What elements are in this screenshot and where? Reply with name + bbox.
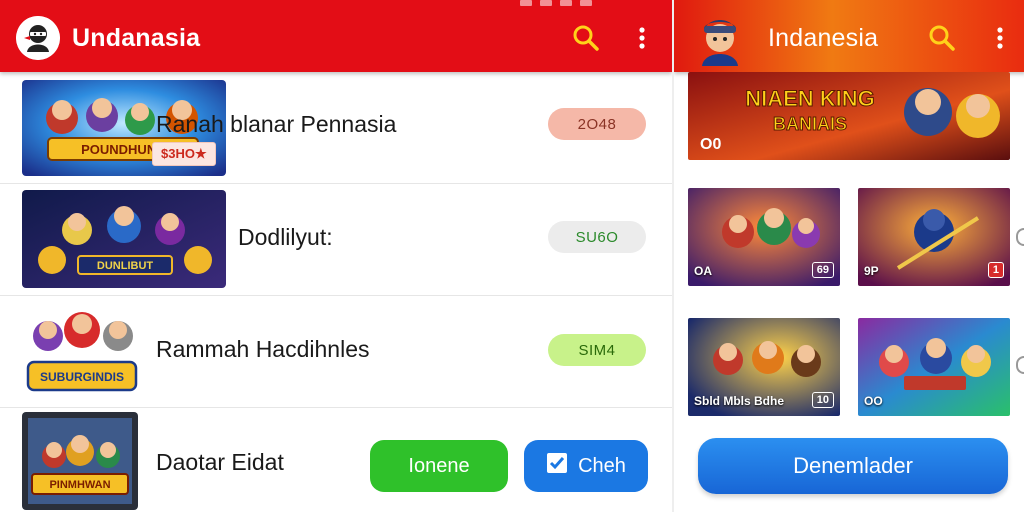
game-thumbnail[interactable]: PINMHWAN: [22, 412, 138, 510]
check-button[interactable]: Cheh: [524, 440, 648, 492]
game-card[interactable]: OO: [858, 318, 1010, 416]
card-badge: 1: [987, 262, 1004, 278]
overflow-menu-icon[interactable]: [984, 22, 1016, 54]
avatar[interactable]: [16, 16, 60, 60]
card-badge: 10: [811, 392, 834, 408]
featured-banner[interactable]: NIAEN KING BANIAIS O0: [688, 72, 1010, 160]
status-bar-icons: [520, 0, 592, 8]
scroll-edge-indicator: [1016, 356, 1024, 374]
banner-subline: BANIAIS: [773, 114, 847, 134]
thumbnail-caption: SUBURGINDIS: [40, 370, 124, 384]
scroll-edge-indicator: [1016, 228, 1024, 246]
item-tag: $3HO★: [152, 142, 216, 166]
card-label: Sbld Mbls Bdhe: [694, 394, 784, 408]
item-title: Dodlilyut:: [238, 224, 333, 250]
game-thumbnail[interactable]: DUNLIBUT: [22, 190, 226, 288]
download-button[interactable]: Denemlader: [698, 438, 1008, 494]
item-title: Rammah Hacdihnles: [156, 336, 370, 362]
app-bar: Undanasia: [0, 0, 672, 72]
game-card[interactable]: OA 69: [688, 188, 840, 286]
thumbnail-caption: DUNLIBUT: [97, 260, 153, 272]
card-label: OO: [864, 394, 883, 408]
checkbox-icon: [546, 452, 568, 480]
item-action-pill[interactable]: SU6O: [548, 221, 646, 253]
item-title: Ranah blanar Pennasia: [156, 111, 397, 137]
green-action-button[interactable]: Ionene: [370, 440, 508, 492]
banner-headline: NIAEN KING: [745, 86, 875, 111]
avatar[interactable]: [694, 10, 746, 66]
split-screen: Undanasia POUNDHUNS Ranah blanar Pennasi…: [0, 0, 1024, 512]
overflow-menu-icon[interactable]: [626, 22, 658, 54]
green-button-label: Ionene: [408, 454, 470, 477]
game-card[interactable]: Sbld Mbls Bdhe 10: [688, 318, 840, 416]
card-label: OA: [694, 264, 712, 278]
check-button-label: Cheh: [578, 454, 626, 477]
thumbnail-caption: PINMHWAN: [49, 479, 110, 491]
app-title: Undanasia: [72, 24, 201, 52]
item-action-pill[interactable]: SIM4: [548, 334, 646, 366]
search-icon[interactable]: [926, 22, 958, 54]
card-badge: 69: [811, 262, 834, 278]
item-title: Daotar Eidat: [156, 449, 284, 475]
card-label: 9P: [864, 264, 879, 278]
app-bar: Indanesia: [674, 0, 1024, 72]
banner-corner-label: O0: [700, 136, 721, 153]
search-icon[interactable]: [570, 22, 602, 54]
game-thumbnail[interactable]: SUBURGINDIS: [22, 300, 142, 400]
item-action-pill[interactable]: 2O48: [548, 108, 646, 140]
app-title: Indanesia: [768, 24, 879, 52]
game-card[interactable]: 9P 1: [858, 188, 1010, 286]
right-app-panel: Indanesia NIAEN KING BANIAIS O0 OA 69 9P…: [672, 0, 1024, 512]
left-app-panel: Undanasia POUNDHUNS Ranah blanar Pennasi…: [0, 0, 672, 512]
